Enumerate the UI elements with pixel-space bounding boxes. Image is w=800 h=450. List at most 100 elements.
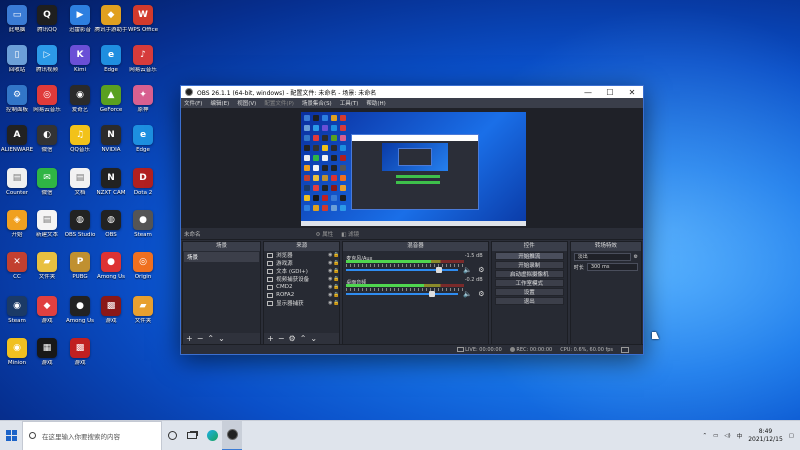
source-name: 浏览器 [276,253,293,259]
volume-slider[interactable] [346,293,459,295]
remove-source-icon[interactable]: − [278,334,285,343]
source-type-icon [267,252,274,258]
preview-mini-icon [313,175,319,181]
source-item[interactable]: 浏览器 ◉ 🔒 [264,251,340,259]
desktop-shortcut[interactable]: ▩ 游戏 [60,338,100,378]
preview-mini-icon [331,185,337,191]
lock-icon[interactable]: 🔒 [333,292,339,298]
lock-icon[interactable]: 🔒 [333,252,339,258]
desktop-shortcut[interactable]: W WPS Office [123,5,163,45]
shortcut-icon: ◆ [101,5,121,25]
shortcut-icon: ◎ [37,85,57,105]
preview-mini-icon [331,175,337,181]
tray-chevron-icon[interactable]: ⌃ [702,433,707,439]
move-down-icon[interactable]: ⌄ [218,334,225,343]
channel-settings-icon[interactable]: ⚙ [478,290,484,298]
volume-slider-knob[interactable] [429,291,436,297]
shortcut-label: Steam [134,232,152,238]
duration-input[interactable]: 300 ms [586,263,638,271]
menu-tools[interactable]: 工具(T) [340,99,359,107]
menu-file[interactable]: 文件(F) [184,99,202,107]
start-streaming-button[interactable]: 开始推流 [494,252,564,260]
edge-taskbar-icon[interactable] [202,421,222,450]
source-type-icon [267,276,274,282]
add-scene-icon[interactable]: + [186,334,193,343]
lock-icon[interactable]: 🔒 [333,276,339,282]
shortcut-icon: ◉ [7,338,27,358]
taskbar-search[interactable]: 在这里输入你要搜索的内容 [22,420,162,450]
settings-button[interactable]: 设置 [494,288,564,296]
shortcut-icon: ● [70,296,90,316]
preview-mini-icon [313,155,319,161]
lock-icon[interactable]: 🔒 [333,284,339,290]
filters-button[interactable]: ◧ 滤镜 [341,230,359,238]
obs-window[interactable]: OBS 26.1.1 (64-bit, windows) - 配置文件: 未命名… [180,85,644,355]
start-virtual-camera-button[interactable]: 启动虚拟摄像机 [494,270,564,278]
desktop-shortcut[interactable]: ◎ Origin [123,252,163,292]
desktop-shortcut[interactable]: ▰ 文件夹 [123,296,163,336]
desktop-shortcut[interactable]: ● Steam [123,210,163,250]
lock-icon[interactable]: 🔒 [333,260,339,266]
cortana-icon[interactable] [162,421,182,450]
move-up-icon[interactable]: ⌃ [207,334,214,343]
shortcut-icon: e [133,125,153,145]
minimize-icon[interactable]: — [577,88,599,97]
desktop-shortcut[interactable]: ♪ 网易云音乐 [123,45,163,85]
preview-mini-icon [322,135,328,141]
preview-mini-icon [322,185,328,191]
move-down-icon[interactable]: ⌄ [310,334,317,343]
volume-meter-level [346,284,425,287]
transition-type-select[interactable]: 淡出 [573,253,631,261]
preview-mini-icon [340,175,346,181]
menu-profile[interactable]: 配置文件(P) [264,99,294,107]
add-source-icon[interactable]: + [267,334,274,343]
obs-title-bar[interactable]: OBS 26.1.1 (64-bit, windows) - 配置文件: 未命名… [181,86,643,98]
start-button[interactable] [0,421,22,450]
source-item[interactable]: 游戏源 ◉ 🔒 [264,259,340,267]
speaker-icon[interactable]: 🔈 [463,290,472,298]
transition-settings-icon[interactable]: ⚙ [634,254,638,260]
source-item[interactable]: ROFA2 ◉ 🔒 [264,291,340,299]
start-recording-button[interactable]: 开始录制 [494,261,564,269]
volume-slider-knob[interactable] [436,267,443,273]
move-up-icon[interactable]: ⌃ [300,334,307,343]
dock-area: 场景 场景 + − ⌃ ⌄ 来源 浏览器 ◉ 🔒 游戏源 ◉ 🔒 文本 (GDI+) ◉ 🔒 视频… [181,241,643,345]
preview-canvas[interactable] [181,108,643,228]
source-item[interactable]: CMD2 ◉ 🔒 [264,283,340,291]
taskbar-clock[interactable]: 8:49 2021/12/15 [748,428,783,444]
obs-taskbar-icon[interactable] [222,420,242,450]
desktop-shortcut[interactable]: ✦ 原神 [123,85,163,125]
speaker-icon[interactable]: 🔈 [463,266,472,274]
preview-mini-icon [304,205,310,211]
lock-icon[interactable]: 🔒 [333,300,339,306]
source-item[interactable]: 显示器捕获 ◉ 🔒 [264,299,340,307]
source-item[interactable]: 文本 (GDI+) ◉ 🔒 [264,267,340,275]
menu-view[interactable]: 视图(V) [237,99,256,107]
desktop-shortcut[interactable]: D Dota 2 [123,168,163,208]
lock-icon[interactable]: 🔒 [333,268,339,274]
obs-logo-icon [185,88,193,96]
menu-help[interactable]: 帮助(H) [366,99,385,107]
maximize-icon[interactable]: ☐ [599,88,621,97]
menu-edit[interactable]: 编辑(E) [210,99,229,107]
scene-item[interactable]: 场景 [184,252,260,262]
close-icon[interactable]: ✕ [621,88,643,97]
remove-scene-icon[interactable]: − [197,334,204,343]
task-view-icon[interactable] [182,421,202,450]
channel-settings-icon[interactable]: ⚙ [478,266,484,274]
clock-date: 2021/12/15 [748,436,783,443]
volume-icon[interactable]: ◁) [724,433,730,439]
exit-button[interactable]: 退出 [494,297,564,305]
menu-scene-collection[interactable]: 场景集合(S) [302,99,332,107]
shortcut-icon: ◐ [37,125,57,145]
preview-mini-icon [313,165,319,171]
source-item[interactable]: 视频捕获设备 ◉ 🔒 [264,275,340,283]
notification-icon[interactable]: ▢ [789,433,794,439]
stats-box-icon [621,346,629,353]
ime-indicator[interactable]: 中 [737,432,743,440]
properties-button[interactable]: ⚙ 属性 [316,230,334,238]
network-icon[interactable]: ▭ [713,433,718,439]
source-settings-icon[interactable]: ⚙ [289,334,296,343]
studio-mode-button[interactable]: 工作室模式 [494,279,564,287]
desktop-shortcut[interactable]: e Edge [123,125,163,165]
